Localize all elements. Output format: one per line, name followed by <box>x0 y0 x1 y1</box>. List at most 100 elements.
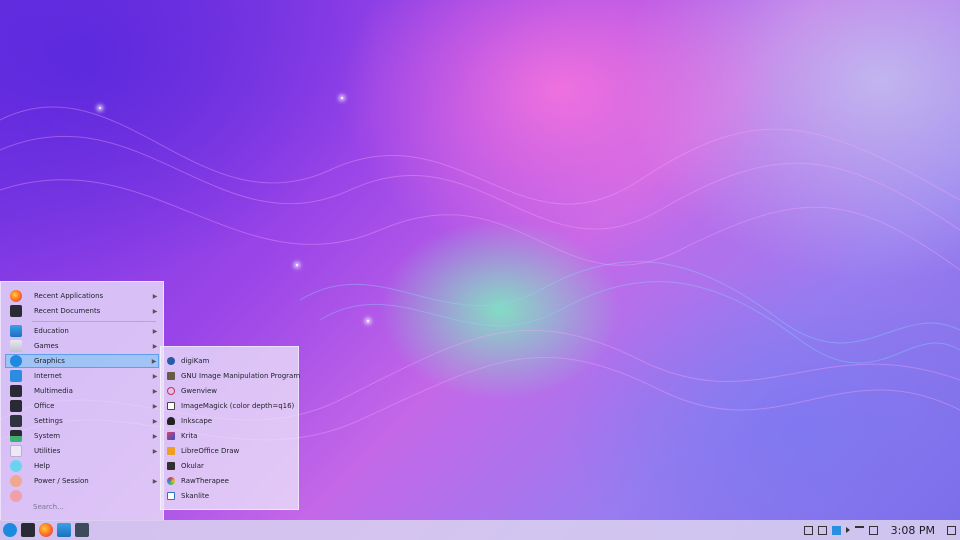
chevron-right-icon: ▶ <box>152 417 158 425</box>
chevron-right-icon: ▶ <box>152 342 158 350</box>
chevron-right-icon: ▶ <box>152 327 158 335</box>
show-desktop-icon[interactable] <box>947 525 956 535</box>
terminal-icon <box>10 305 22 317</box>
firefox-icon[interactable] <box>39 523 53 537</box>
system-monitor-icon <box>10 430 22 442</box>
menu-item-label: Multimedia <box>34 387 73 395</box>
submenu-item-gwenview[interactable]: Gwenview <box>167 384 295 398</box>
menu-item-multimedia[interactable]: Multimedia ▶ <box>5 384 159 398</box>
submenu-item-label: Inkscape <box>181 417 213 425</box>
chevron-right-icon: ▶ <box>152 292 158 300</box>
libreoffice-draw-icon <box>167 447 175 455</box>
menu-item-system[interactable]: System ▶ <box>5 429 159 443</box>
submenu-item-label: digiKam <box>181 357 210 365</box>
star <box>341 97 343 99</box>
divider <box>32 321 156 322</box>
submenu-item-label: ImageMagick (color depth=q16) <box>181 402 295 410</box>
display-icon[interactable] <box>868 525 878 535</box>
menu-item-education[interactable]: Education ▶ <box>5 324 159 338</box>
graphics-submenu: digiKam GNU Image Manipulation Program G… <box>160 346 300 510</box>
chevron-right-icon: ▶ <box>151 357 157 365</box>
submenu-item-imagemagick[interactable]: ImageMagick (color depth=q16) <box>167 399 295 413</box>
menu-item-graphics[interactable]: Graphics ▶ <box>5 354 159 368</box>
network-icon[interactable] <box>831 525 841 535</box>
menu-item-recent-applications[interactable]: Recent Applications ▶ <box>5 289 159 303</box>
submenu-item-label: LibreOffice Draw <box>181 447 240 455</box>
document-icon <box>10 400 22 412</box>
firefox-icon <box>10 290 22 302</box>
imagemagick-icon <box>167 402 175 410</box>
menu-item-settings[interactable]: Settings ▶ <box>5 414 159 428</box>
logout-icon <box>10 490 22 502</box>
screenshot-icon[interactable] <box>75 523 89 537</box>
submenu-item-label: GNU Image Manipulation Program <box>181 372 301 380</box>
okular-icon <box>167 462 175 470</box>
menu-item-help[interactable]: Help <box>5 459 159 473</box>
clock[interactable]: 3:08 PM <box>891 524 935 537</box>
submenu-item-rawtherapee[interactable]: RawTherapee <box>167 474 295 488</box>
rawtherapee-icon <box>167 477 175 485</box>
monitor-icon <box>10 385 22 397</box>
menu-item-label: Internet <box>34 372 62 380</box>
menu-item-label: Power / Session <box>34 477 89 485</box>
menu-item-utilities[interactable]: Utilities ▶ <box>5 444 159 458</box>
terminal-icon[interactable] <box>21 523 35 537</box>
submenu-item-label: Krita <box>181 432 198 440</box>
menu-item-label: Recent Documents <box>34 307 101 315</box>
menu-item-label: Education <box>34 327 69 335</box>
folder-icon <box>10 340 22 352</box>
submenu-item-label: RawTherapee <box>181 477 229 485</box>
submenu-item-label: Gwenview <box>181 387 218 395</box>
submenu-item-gimp[interactable]: GNU Image Manipulation Program <box>167 369 300 383</box>
chevron-right-icon: ▶ <box>152 432 158 440</box>
menu-item-internet[interactable]: Internet ▶ <box>5 369 159 383</box>
submenu-item-krita[interactable]: Krita <box>167 429 295 443</box>
chevron-right-icon: ▶ <box>152 447 158 455</box>
menu-item-label: Graphics <box>34 357 65 365</box>
chevron-right-icon: ▶ <box>152 372 158 380</box>
network-icon <box>10 370 22 382</box>
menu-item-label: Recent Applications <box>34 292 104 300</box>
search-field[interactable]: Search... <box>33 503 64 511</box>
notifications-icon[interactable] <box>854 525 864 535</box>
menu-item-label: Settings <box>34 417 63 425</box>
inkscape-icon <box>167 417 175 425</box>
gimp-icon <box>167 372 175 380</box>
menu-item-label: Help <box>34 462 50 470</box>
kde-menu-icon[interactable] <box>3 523 17 537</box>
submenu-item-inkscape[interactable]: Inkscape <box>167 414 295 428</box>
submenu-item-digikam[interactable]: digiKam <box>167 354 295 368</box>
submenu-item-libreoffice-draw[interactable]: LibreOffice Draw <box>167 444 295 458</box>
submenu-item-label: Skanlite <box>181 492 210 500</box>
menu-item-games[interactable]: Games ▶ <box>5 339 159 353</box>
chevron-right-icon: ▶ <box>152 402 158 410</box>
kde-icon <box>10 355 22 367</box>
file-manager-icon[interactable] <box>57 523 71 537</box>
help-icon <box>10 460 22 472</box>
chevron-right-icon: ▶ <box>152 387 158 395</box>
chevron-right-icon: ▶ <box>152 307 158 315</box>
submenu-item-okular[interactable]: Okular <box>167 459 295 473</box>
terminal-icon <box>10 415 22 427</box>
menu-item-power-session[interactable]: Power / Session ▶ <box>5 474 159 488</box>
system-tray: 3:08 PM <box>803 520 960 540</box>
menu-item-label: Games <box>34 342 59 350</box>
star <box>99 107 101 109</box>
star <box>296 264 298 266</box>
volume-icon[interactable] <box>845 527 850 533</box>
menu-item-recent-documents[interactable]: Recent Documents ▶ <box>5 304 159 318</box>
menu-item-office[interactable]: Office ▶ <box>5 399 159 413</box>
submenu-item-label: Okular <box>181 462 204 470</box>
digikam-icon <box>167 357 175 365</box>
folder-icon <box>10 325 22 337</box>
application-menu: Recent Applications ▶ Recent Documents ▶… <box>0 281 164 521</box>
power-icon <box>10 475 22 487</box>
chevron-right-icon: ▶ <box>152 477 158 485</box>
skanlite-icon <box>167 492 175 500</box>
menu-item-label: Office <box>34 402 55 410</box>
clipboard-icon[interactable] <box>803 525 813 535</box>
image-icon[interactable] <box>817 525 827 535</box>
star <box>367 320 369 322</box>
taskbar: 3:08 PM <box>0 520 960 540</box>
submenu-item-skanlite[interactable]: Skanlite <box>167 489 295 503</box>
